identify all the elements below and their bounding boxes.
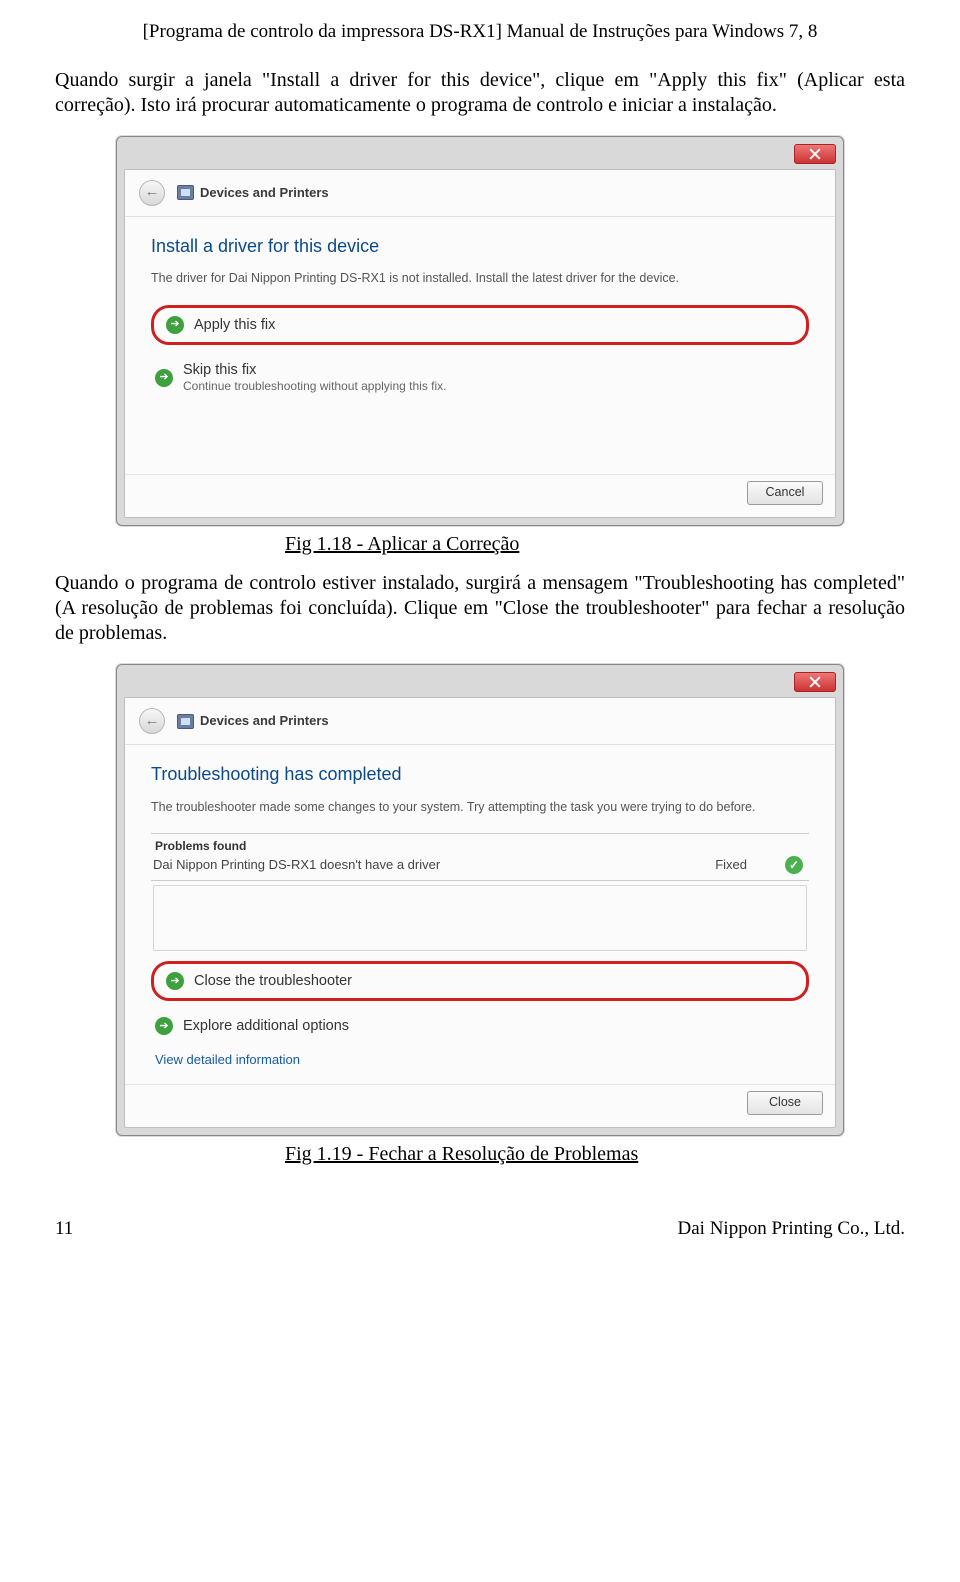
problem-status: Fixed xyxy=(715,857,747,873)
window-heading: Install a driver for this device xyxy=(151,235,809,258)
option-close-label: Close the troubleshooter xyxy=(194,972,352,990)
empty-box xyxy=(153,885,807,951)
window-heading: Troubleshooting has completed xyxy=(151,763,809,786)
back-icon[interactable]: ← xyxy=(139,708,165,734)
option-close-troubleshooter[interactable]: Close the troubleshooter xyxy=(151,961,809,1001)
option-explore-additional[interactable]: Explore additional options xyxy=(151,1009,809,1043)
titlebar xyxy=(124,144,836,169)
arrow-right-icon xyxy=(155,1017,173,1035)
problems-found-section: Problems found Dai Nippon Printing DS-RX… xyxy=(151,833,809,881)
troubleshooter-window-completed: ← Devices and Printers Troubleshooting h… xyxy=(116,664,844,1136)
doc-header: [Programa de controlo da impressora DS-R… xyxy=(55,20,905,44)
breadcrumb-label: Devices and Printers xyxy=(200,185,329,201)
paragraph-intro-1: Quando surgir a janela "Install a driver… xyxy=(55,68,905,118)
option-apply-fix[interactable]: Apply this fix xyxy=(151,305,809,345)
view-detailed-info-link[interactable]: View detailed information xyxy=(151,1052,809,1068)
back-icon[interactable]: ← xyxy=(139,180,165,206)
window-description: The troubleshooter made some changes to … xyxy=(151,800,809,816)
window-description: The driver for Dai Nippon Printing DS-RX… xyxy=(151,271,809,287)
close-icon[interactable] xyxy=(794,672,836,692)
close-button[interactable]: Close xyxy=(747,1091,823,1115)
arrow-right-icon xyxy=(166,972,184,990)
devices-printers-icon xyxy=(177,185,194,200)
problem-row: Dai Nippon Printing DS-RX1 doesn't have … xyxy=(151,856,809,877)
option-skip-label: Skip this fix xyxy=(183,361,447,379)
option-skip-sub: Continue troubleshooting without applyin… xyxy=(183,379,447,394)
figure-caption-2: Fig 1.19 - Fechar a Resolução de Problem… xyxy=(55,1142,905,1167)
page-number: 11 xyxy=(55,1217,73,1241)
figure-caption-1: Fig 1.18 - Aplicar a Correção xyxy=(55,532,905,557)
option-explore-label: Explore additional options xyxy=(183,1017,349,1035)
breadcrumb: ← Devices and Printers xyxy=(125,180,835,217)
page-footer: 11 Dai Nippon Printing Co., Ltd. xyxy=(55,1217,905,1241)
option-apply-label: Apply this fix xyxy=(194,316,275,334)
close-icon[interactable] xyxy=(794,144,836,164)
breadcrumb-label: Devices and Printers xyxy=(200,713,329,729)
company-name: Dai Nippon Printing Co., Ltd. xyxy=(678,1217,905,1241)
arrow-right-icon xyxy=(166,316,184,334)
cancel-button[interactable]: Cancel xyxy=(747,481,823,505)
devices-printers-icon xyxy=(177,714,194,729)
breadcrumb: ← Devices and Printers xyxy=(125,708,835,745)
paragraph-intro-2: Quando o programa de controlo estiver in… xyxy=(55,571,905,646)
troubleshooter-window-install: ← Devices and Printers Install a driver … xyxy=(116,136,844,526)
problems-found-heading: Problems found xyxy=(151,837,809,856)
arrow-right-icon xyxy=(155,369,173,387)
check-icon xyxy=(785,856,803,874)
titlebar xyxy=(124,672,836,697)
option-skip-fix[interactable]: Skip this fix Continue troubleshooting w… xyxy=(151,353,809,402)
problem-text: Dai Nippon Printing DS-RX1 doesn't have … xyxy=(153,857,440,873)
